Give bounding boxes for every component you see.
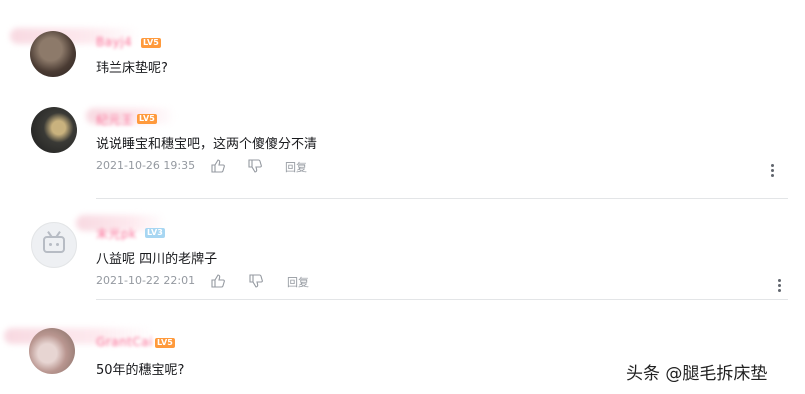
dislike-icon[interactable] [249,273,263,288]
comment-text: 50年的穗宝呢? [96,363,185,378]
more-options-icon[interactable] [771,164,775,179]
level-badge: LV5 [137,114,157,124]
username[interactable]: GrantCai [96,335,153,349]
reply-button[interactable]: 回复 [287,274,309,290]
more-options-icon[interactable] [778,279,782,294]
avatar[interactable] [30,31,76,77]
avatar[interactable] [31,222,77,268]
comment-text: 八益呢 四川的老牌子 [96,252,218,267]
avatar[interactable] [29,328,75,374]
watermark: 头条 @腿毛拆床垫 [626,364,768,384]
default-avatar-icon [43,236,65,253]
comment-date: 2021-10-22 22:01 [96,274,196,287]
like-icon[interactable] [211,158,225,173]
comment-date: 2021-10-26 19:35 [96,159,196,172]
avatar[interactable] [31,107,77,153]
username[interactable]: 末光pk [96,225,137,242]
divider [96,198,788,199]
comment-text: 说说睡宝和穗宝吧，这两个傻傻分不清 [96,137,318,152]
dislike-icon[interactable] [248,158,262,173]
reply-button[interactable]: 回复 [285,159,307,175]
username[interactable]: Bayj4 [96,35,132,49]
level-badge: LV3 [145,228,165,238]
username[interactable]: 纪元王 [96,111,134,128]
level-badge: LV5 [141,38,161,48]
divider [96,299,788,300]
comment-text: 玮兰床垫呢? [96,61,168,76]
like-icon[interactable] [211,273,225,288]
level-badge: LV5 [155,338,175,348]
